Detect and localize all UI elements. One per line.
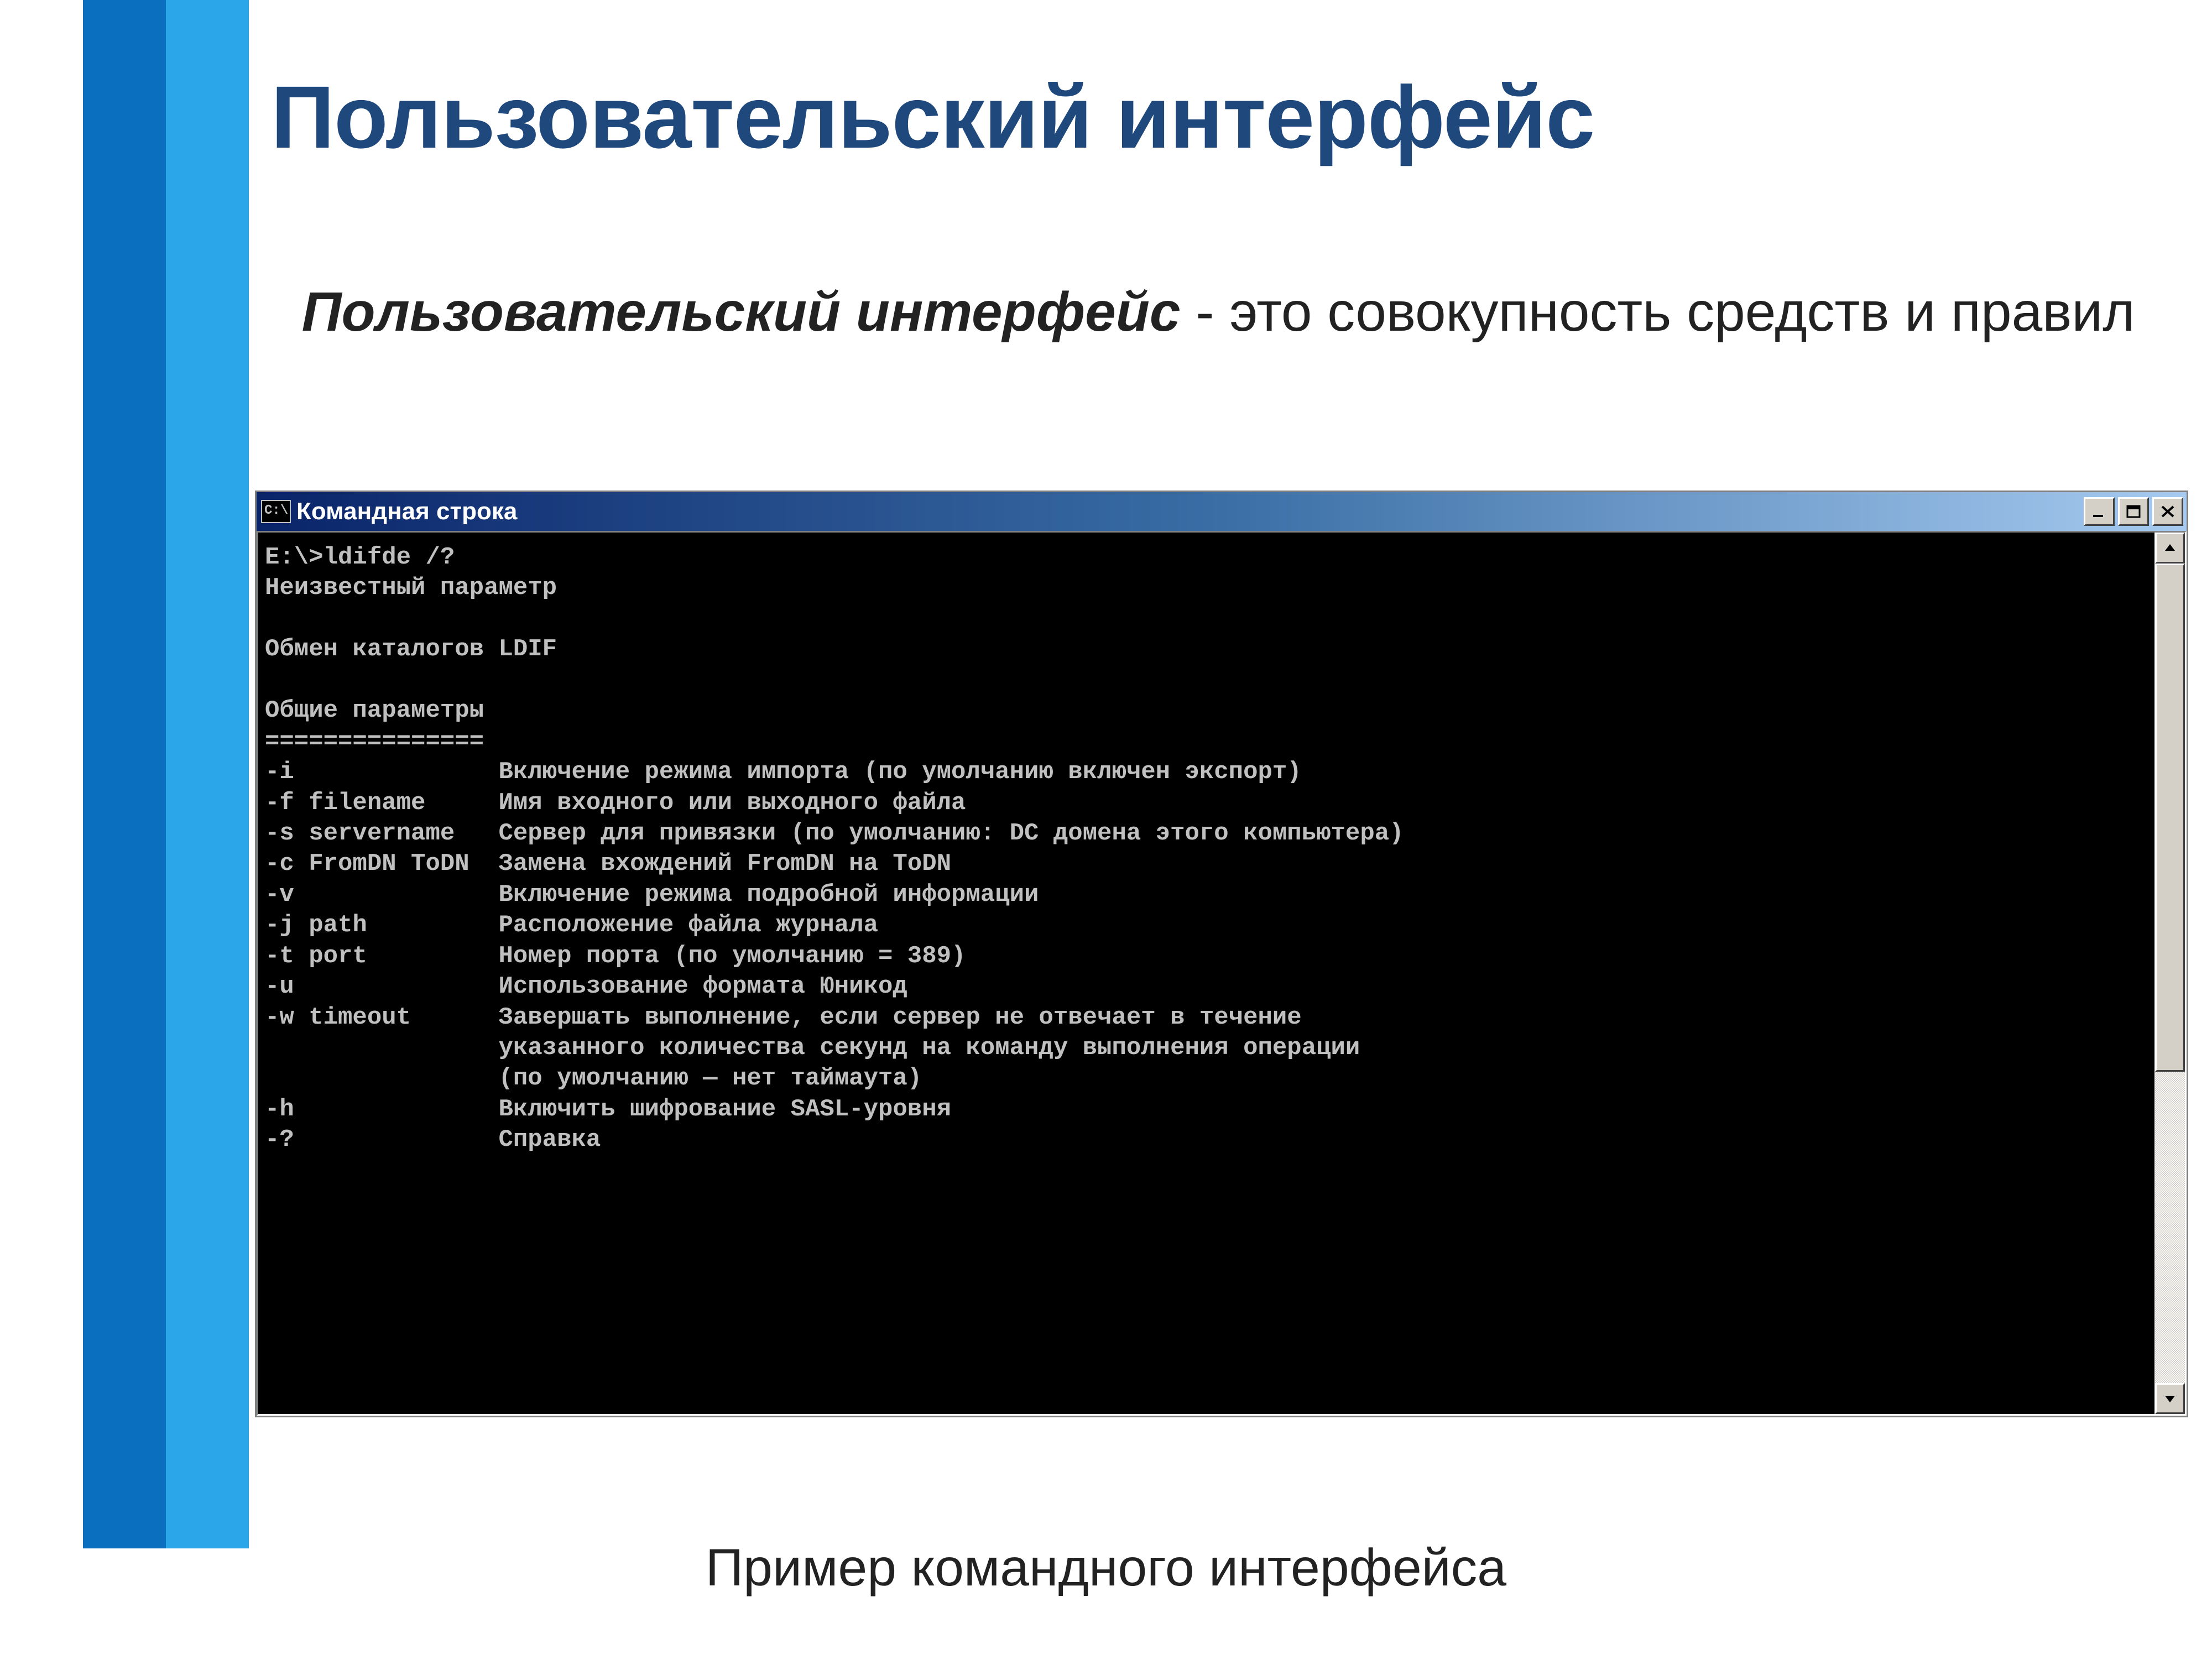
cmd-titlebar[interactable]: C:\ Командная строка bbox=[257, 492, 2187, 531]
scroll-thumb[interactable] bbox=[2155, 564, 2185, 1072]
scroll-track[interactable] bbox=[2155, 564, 2185, 1383]
cmd-title-text: Командная строка bbox=[296, 498, 2078, 525]
window-buttons bbox=[2084, 497, 2183, 526]
slide-caption: Пример командного интерфейса bbox=[0, 1538, 2212, 1598]
minimize-button[interactable] bbox=[2084, 497, 2115, 526]
close-button[interactable] bbox=[2152, 497, 2183, 526]
cmd-body: E:\>ldifde /? Неизвестный параметр Обмен… bbox=[257, 531, 2187, 1416]
slide-paragraph-rest: - это совокупность средств и правил bbox=[1181, 281, 2135, 343]
scroll-up-button[interactable] bbox=[2155, 533, 2185, 564]
minimize-icon bbox=[2091, 504, 2107, 519]
vertical-scrollbar[interactable] bbox=[2154, 533, 2185, 1414]
close-icon bbox=[2159, 504, 2176, 519]
cmd-prompt-icon: C:\ bbox=[261, 500, 291, 523]
cmd-window: C:\ Командная строка E:\>ldifde /? Неизв… bbox=[257, 492, 2187, 1416]
chevron-down-icon bbox=[2163, 1391, 2177, 1406]
accent-bar-light bbox=[166, 0, 249, 1548]
cmd-console[interactable]: E:\>ldifde /? Неизвестный параметр Обмен… bbox=[258, 533, 2154, 1414]
scroll-down-button[interactable] bbox=[2155, 1383, 2185, 1414]
maximize-button[interactable] bbox=[2118, 497, 2149, 526]
slide-paragraph-strong: Пользовательский интерфейс bbox=[302, 281, 1181, 343]
chevron-up-icon bbox=[2163, 541, 2177, 555]
accent-bar-dark bbox=[83, 0, 166, 1548]
slide-title: Пользовательский интерфейс bbox=[271, 66, 1594, 168]
maximize-icon bbox=[2125, 504, 2142, 519]
slide-paragraph: Пользовательский интерфейс - это совокуп… bbox=[271, 276, 2146, 347]
